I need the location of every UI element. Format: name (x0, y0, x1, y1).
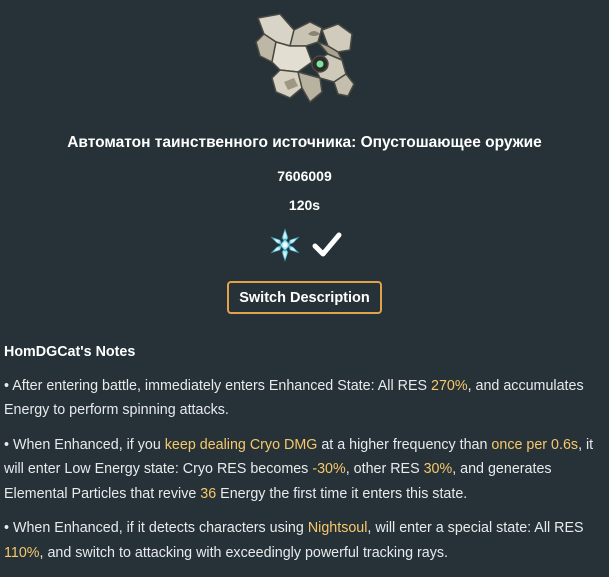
switch-description-button[interactable]: Switch Description (227, 281, 382, 314)
element-status-row (268, 227, 342, 263)
enemy-card: Автоматон таинственного источника: Опуст… (0, 0, 609, 577)
note-item: • When Enhanced, if you keep dealing Cry… (4, 433, 604, 507)
note-text: • When Enhanced, if you (4, 436, 165, 453)
note-highlight: 30% (423, 461, 453, 477)
note-text: at a higher frequency than (317, 436, 492, 453)
automaton-weapon-icon (254, 13, 355, 103)
note-text: Energy the first time it enters this sta… (216, 485, 468, 502)
enemy-name: Автоматон таинственного источника: Опуст… (67, 134, 542, 151)
note-highlight: Nightsoul (307, 520, 368, 536)
checkmark-icon (312, 232, 341, 257)
cryo-icon (270, 228, 299, 262)
enemy-hp: 7606009 (277, 168, 332, 184)
note-text: , other RES (345, 461, 424, 477)
challenge-time: 120s (288, 197, 321, 213)
note-highlight: 110% (4, 544, 40, 561)
note-highlight: 36 (200, 485, 217, 502)
notes-section: HomDGCat's Notes • After entering battle… (4, 340, 604, 575)
note-highlight: 270% (431, 377, 468, 394)
notes-heading: HomDGCat's Notes (4, 344, 136, 360)
note-item: • After entering battle, immediately ent… (4, 374, 604, 423)
note-item: • When Enhanced, if it detects character… (4, 516, 604, 565)
enemy-header: Автоматон таинственного источника: Опуст… (0, 0, 609, 314)
note-highlight: once per 0.6s (491, 436, 579, 453)
note-highlight: -30% (312, 461, 346, 477)
note-text: • When Enhanced, if it detects character… (4, 520, 308, 536)
note-text: , will enter a special state: All RES (367, 520, 584, 536)
note-text: • After entering battle, immediately ent… (4, 377, 431, 394)
note-text: , and switch to attacking with exceeding… (39, 544, 448, 561)
note-highlight: keep dealing Cryo DMG (164, 436, 318, 453)
